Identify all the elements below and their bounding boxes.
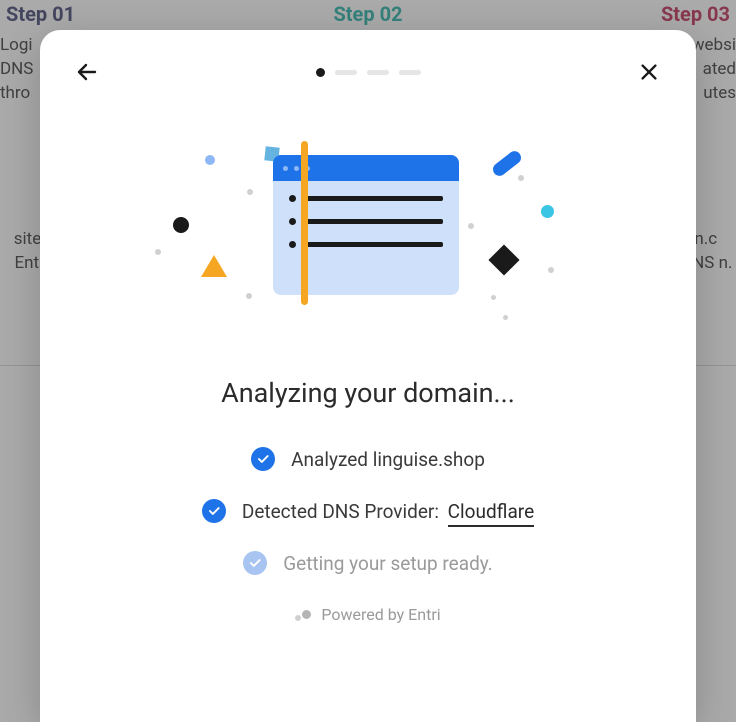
status-list: Analyzed linguise.shop Detected DNS Prov… (70, 447, 666, 575)
dns-provider-link[interactable]: Cloudflare (448, 500, 534, 527)
progress-step (367, 70, 389, 75)
deco-circle-icon (173, 217, 189, 233)
deco-dot-icon (548, 267, 554, 273)
analyze-domain-modal: Analyzing your domain... Analyzed lingui… (40, 30, 696, 722)
progress-step (399, 70, 421, 75)
progress-step (335, 70, 357, 75)
analyze-illustration (70, 145, 666, 345)
deco-dot-icon (541, 205, 554, 218)
progress-step-active (316, 68, 325, 77)
deco-dot-icon (503, 315, 508, 320)
deco-dot-icon (468, 223, 474, 229)
status-label: Detected DNS Provider: Cloudflare (242, 500, 534, 523)
modal-title: Analyzing your domain... (70, 377, 666, 409)
back-button[interactable] (70, 55, 104, 89)
deco-triangle-icon (201, 255, 227, 277)
modal-header (70, 54, 666, 90)
check-done-icon (202, 499, 226, 523)
footer-label: Powered by Entri (321, 605, 440, 624)
deco-dot-icon (205, 155, 215, 165)
check-pending-icon (243, 551, 267, 575)
check-done-icon (251, 447, 275, 471)
close-button[interactable] (632, 55, 666, 89)
deco-dot-icon (518, 175, 524, 181)
arrow-left-icon (75, 60, 99, 84)
entri-logo-icon (295, 610, 313, 620)
deco-dot-icon (246, 293, 252, 299)
deco-dot-icon (155, 249, 161, 255)
modal-footer: Powered by Entri (70, 605, 666, 624)
status-label: Getting your setup ready. (283, 552, 493, 575)
status-item-pending: Getting your setup ready. (243, 551, 493, 575)
progress-indicator (316, 68, 421, 77)
deco-diamond-icon (488, 244, 519, 275)
close-icon (638, 61, 660, 83)
deco-pill-icon (490, 149, 523, 179)
status-item-detected: Detected DNS Provider: Cloudflare (202, 499, 534, 523)
scan-line-icon (301, 141, 308, 305)
status-prefix: Detected DNS Provider: (242, 500, 439, 523)
deco-dot-icon (491, 295, 496, 300)
deco-dot-icon (247, 189, 253, 195)
status-label: Analyzed linguise.shop (291, 448, 485, 471)
status-item-analyzed: Analyzed linguise.shop (251, 447, 485, 471)
